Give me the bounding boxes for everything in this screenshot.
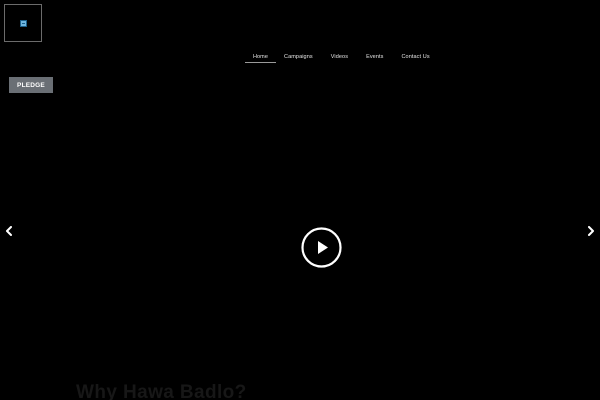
nav-item-events[interactable]: Events (366, 50, 383, 63)
video-play-button[interactable] (301, 227, 342, 268)
chevron-right-icon (588, 226, 594, 236)
site-logo-icon (19, 19, 27, 27)
carousel-next-button[interactable] (585, 225, 597, 237)
pledge-button[interactable]: PLEDGE (9, 77, 53, 93)
main-nav: Home Campaigns Videos Events Contact Us (240, 50, 448, 68)
nav-item-home[interactable]: Home (245, 50, 276, 63)
section-title: Why Hawa Badlo? (76, 382, 247, 400)
nav-item-contact-us[interactable]: Contact Us (401, 50, 429, 63)
chevron-left-icon (6, 226, 12, 236)
site-logo[interactable] (4, 4, 42, 42)
carousel-prev-button[interactable] (3, 225, 15, 237)
page: Home Campaigns Videos Events Contact Us … (0, 0, 600, 400)
play-icon (301, 227, 342, 268)
nav-item-videos[interactable]: Videos (331, 50, 348, 63)
nav-item-campaigns[interactable]: Campaigns (284, 50, 313, 63)
